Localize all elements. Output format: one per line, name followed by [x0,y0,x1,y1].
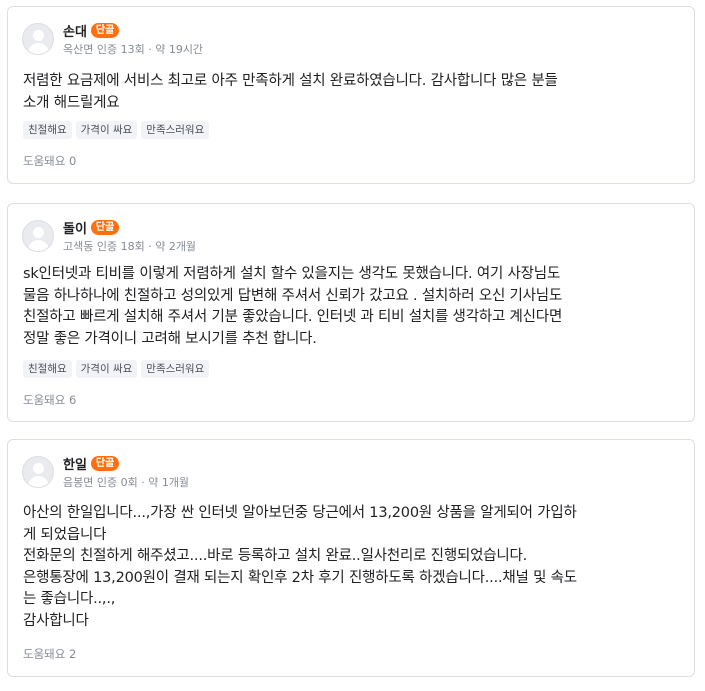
default-profile-icon[interactable] [22,220,54,252]
reviewer-meta: 옥산면 인증 13회 · 약 19시간 [63,42,204,56]
reviewer-name[interactable]: 한일 [63,454,87,473]
review-tags: 친절해요 가격이 싸요 만족스러워요 [23,121,210,139]
review-text: sk인터넷과 티비를 이렇게 저렴하게 설치 할수 있을지는 생각도 못했습니다… [23,264,681,350]
review-tags: 친절해요 가격이 싸요 만족스러워요 [23,360,210,378]
regular-badge: 단골 [90,456,120,471]
review-text-line: 전화문의 친절하게 해주셨고....바로 등록하고 설치 완료..일사천리로 진… [23,548,528,564]
review-tag: 친절해요 [23,360,72,378]
review-text-line: 는 좋습니다..,., [23,591,116,607]
review-tag: 가격이 싸요 [75,360,138,378]
review-header: 한일 단골 음봉면 인증 0회 · 약 1개월 [22,454,189,490]
review-text: 저렴한 요금제에 서비스 최고로 아주 만족하게 설치 완료하였습니다. 감사합… [23,71,681,114]
review-text-line: 아산의 한일입니다...,가장 싼 인터넷 알아보던중 당근에서 13,200원… [23,505,577,521]
review-card: 돌이 단골 고색동 인증 18회 · 약 2개월 sk인터넷과 티비를 이렇게 … [7,203,695,422]
review-text-line: sk인터넷과 티비를 이렇게 저렴하게 설치 할수 있을지는 생각도 못했습니다… [23,266,561,282]
reviewer-meta: 음봉면 인증 0회 · 약 1개월 [63,475,190,489]
reviewer-info: 돌이 단골 고색동 인증 18회 · 약 2개월 [63,219,196,254]
reviewer-name[interactable]: 손대 [63,21,87,40]
helpful-button[interactable]: 도움돼요 0 [23,153,76,169]
reviewer-name-row: 손대 단골 [63,22,203,40]
review-text-line: 소개 해드릴게요 [23,94,120,111]
review-text-line: 은행통장에 13,200원이 결재 되는지 확인후 2차 후기 진행하도록 하겠… [23,569,577,586]
review-text-line: 친절하고 빠르게 설치해 주셔서 기분 좋았습니다. 인터넷 과 티비 설치를 … [23,309,563,325]
review-tag: 만족스러워요 [141,121,210,139]
default-profile-icon[interactable] [22,456,54,488]
review-text-line: 저렴한 요금제에 서비스 최고로 아주 만족하게 설치 완료하였습니다. 감사합… [23,73,558,89]
reviewer-info: 손대 단골 옥산면 인증 13회 · 약 19시간 [63,22,203,57]
helpful-button[interactable]: 도움돼요 2 [23,646,76,662]
review-tag: 가격이 싸요 [75,121,138,139]
regular-badge: 단골 [90,220,120,235]
reviewer-name-row: 돌이 단골 [63,219,196,237]
review-tag: 만족스러워요 [141,360,210,378]
reviewer-info: 한일 단골 음봉면 인증 0회 · 약 1개월 [63,455,189,490]
review-header: 돌이 단골 고색동 인증 18회 · 약 2개월 [22,218,196,254]
reviewer-name-row: 한일 단골 [63,455,189,473]
regular-badge: 단골 [90,23,120,38]
default-profile-icon[interactable] [22,23,54,55]
review-text-line: 정말 좋은 가격이니 고려해 보시기를 추천 합니다. [23,330,317,347]
review-text: 아산의 한일입니다...,가장 싼 인터넷 알아보던중 당근에서 13,200원… [23,503,681,632]
reviewer-meta: 고색동 인증 18회 · 약 2개월 [63,239,197,253]
review-text-line: 감사합니다 [23,612,89,629]
review-card: 한일 단골 음봉면 인증 0회 · 약 1개월 아산의 한일입니다...,가장 … [7,439,695,677]
review-text-line: 물음 하나하나에 친절하고 성의있게 답변해 주셔서 신뢰가 갔고요 . 설치하… [23,287,563,304]
review-tag: 친절해요 [23,121,72,139]
helpful-button[interactable]: 도움돼요 6 [23,392,76,408]
reviewer-name[interactable]: 돌이 [63,218,87,237]
review-text-line: 게 되었읍니다 [23,526,107,543]
review-header: 손대 단골 옥산면 인증 13회 · 약 19시간 [22,21,203,57]
review-card: 손대 단골 옥산면 인증 13회 · 약 19시간 저렴한 요금제에 서비스 최… [7,6,695,184]
